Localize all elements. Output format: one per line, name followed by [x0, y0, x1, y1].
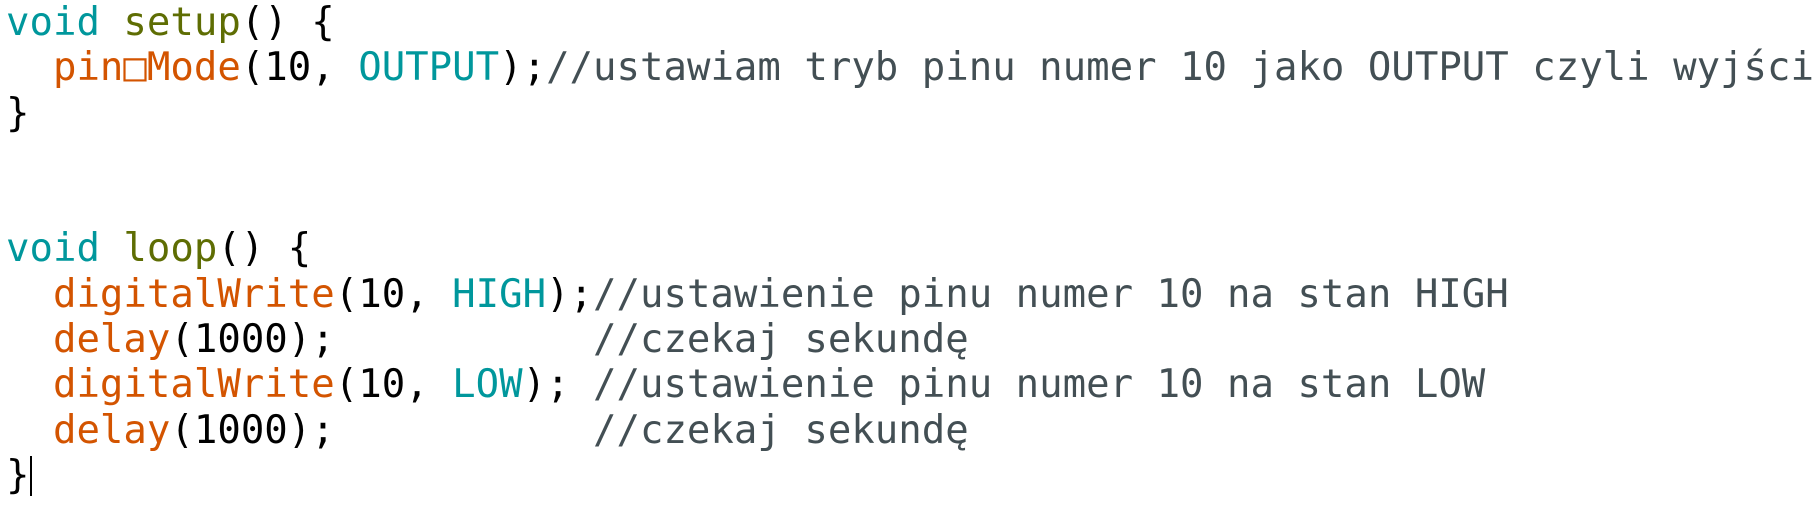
code-token: //ustawienie pinu numer 10 na stan LOW: [593, 362, 1486, 408]
code-token: );: [522, 362, 594, 408]
code-line[interactable]: }: [6, 453, 1813, 498]
code-token: //ustawienie pinu numer 10 na stan HIGH: [593, 271, 1509, 317]
code-line[interactable]: digitalWrite(10, LOW); //ustawienie pinu…: [6, 362, 1813, 407]
code-token: (1000);: [170, 407, 594, 453]
code-editor[interactable]: void setup() { pin□Mode(10, OUTPUT);//us…: [0, 0, 1813, 510]
code-line[interactable]: delay(1000); //czekaj sekundę: [6, 408, 1813, 453]
code-text-area[interactable]: void setup() { pin□Mode(10, OUTPUT);//us…: [6, 0, 1813, 498]
code-token: );: [546, 271, 594, 317]
code-line[interactable]: }: [6, 91, 1813, 136]
code-token: delay: [52, 407, 171, 453]
code-token: (10,: [334, 271, 453, 317]
code-token: //czekaj sekundę: [593, 317, 969, 363]
code-line[interactable]: [6, 136, 1813, 181]
code-line[interactable]: digitalWrite(10, HIGH);//ustawienie pinu…: [6, 272, 1813, 317]
code-token: (1000);: [170, 317, 594, 363]
code-token: }: [6, 90, 30, 136]
code-token: void: [6, 0, 100, 45]
code-token: () {: [240, 0, 335, 45]
code-token: setup: [123, 0, 241, 45]
code-line[interactable]: void setup() {: [6, 0, 1813, 45]
code-token: OUTPUT: [358, 45, 500, 91]
code-token: pin□Mode: [52, 45, 241, 91]
code-token: digitalWrite: [52, 362, 335, 408]
code-token: void: [6, 226, 100, 272]
code-token: //ustawiam tryb pinu numer 10 jako OUTPU…: [546, 45, 1813, 91]
code-line[interactable]: delay(1000); //czekaj sekundę: [6, 317, 1813, 362]
code-token: loop: [123, 226, 218, 272]
code-line[interactable]: void loop() {: [6, 226, 1813, 271]
code-line[interactable]: pin□Mode(10, OUTPUT);//ustawiam tryb pin…: [6, 45, 1813, 90]
code-token: HIGH: [452, 271, 547, 317]
code-token: () {: [217, 226, 312, 272]
code-token: (10,: [240, 45, 359, 91]
code-token: }: [6, 452, 30, 498]
code-token: (10,: [334, 362, 453, 408]
code-token: digitalWrite: [52, 271, 335, 317]
code-line[interactable]: [6, 181, 1813, 226]
code-token: LOW: [452, 362, 523, 408]
text-cursor: [30, 455, 33, 496]
code-token: delay: [52, 317, 171, 363]
code-token: //czekaj sekundę: [593, 407, 969, 453]
code-token: );: [499, 45, 547, 91]
